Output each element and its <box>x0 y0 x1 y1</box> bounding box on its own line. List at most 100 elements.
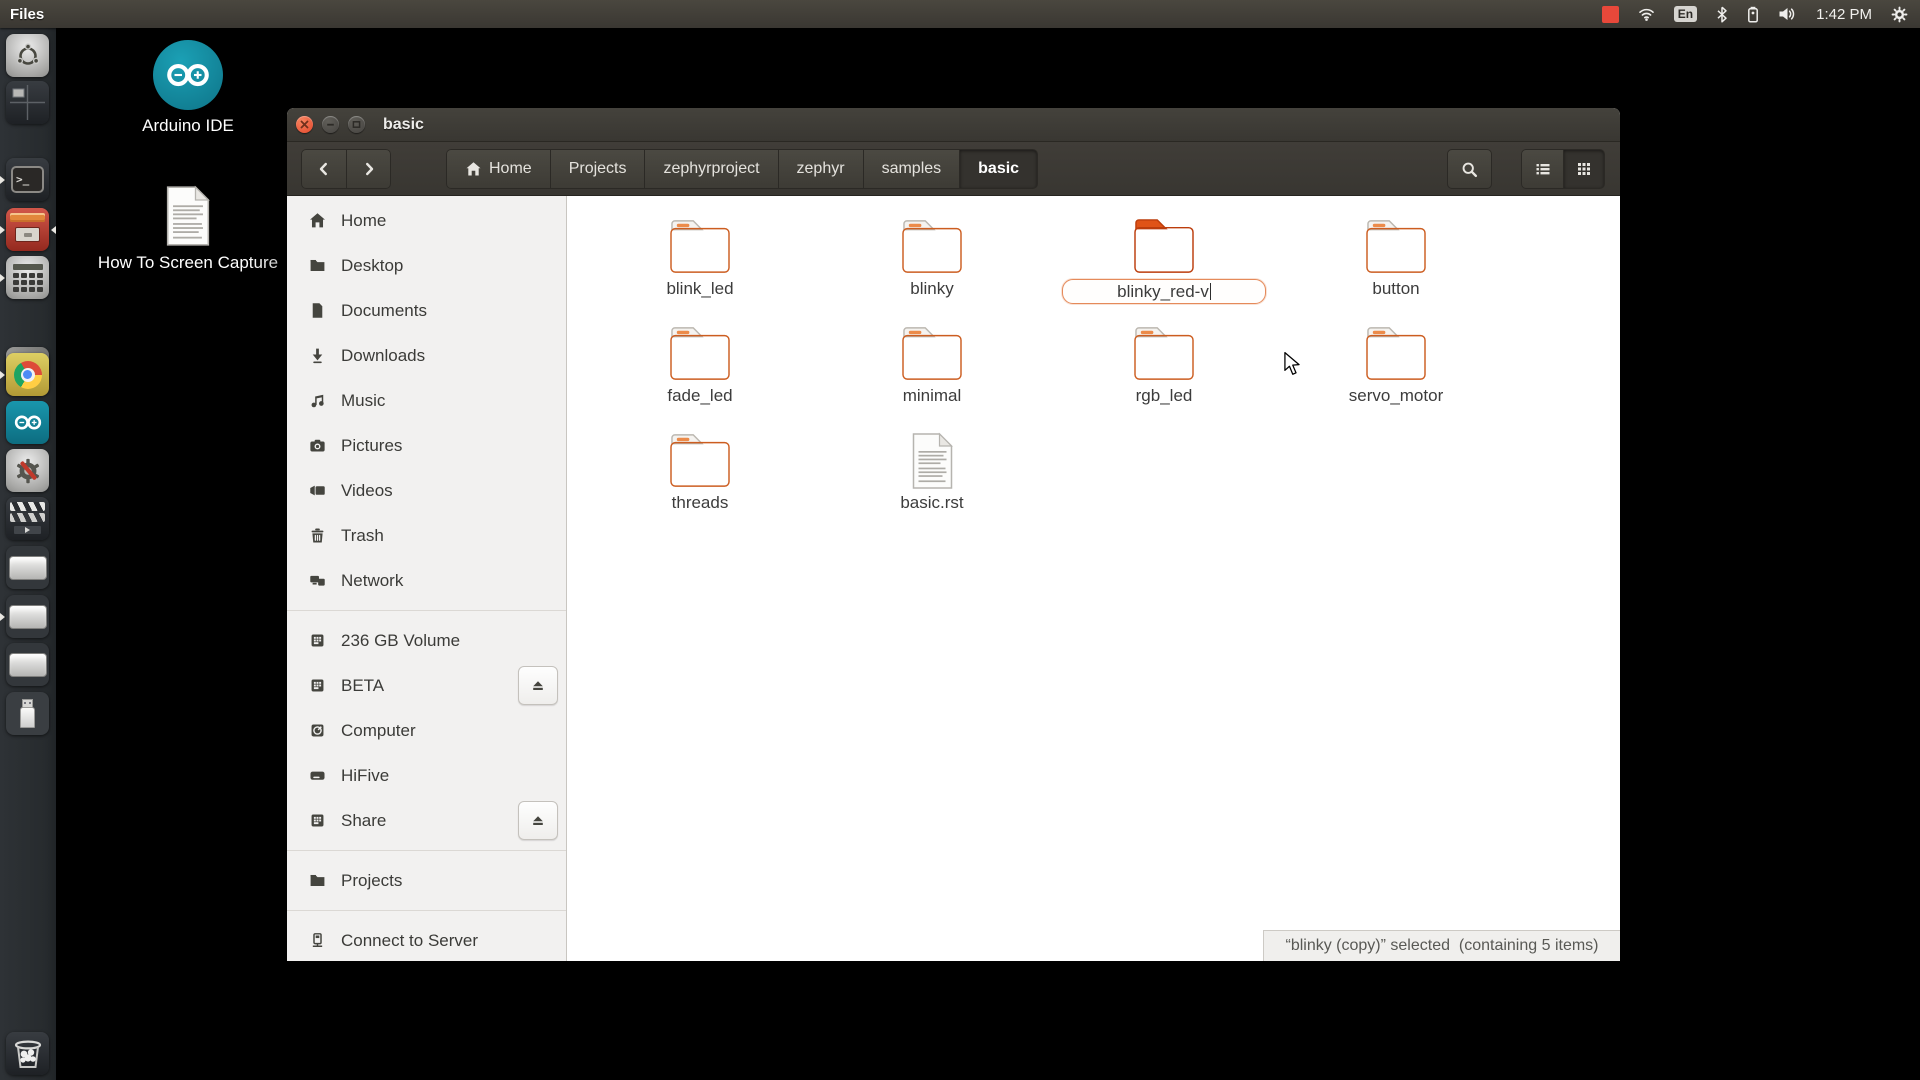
harddrive-icon <box>9 653 47 677</box>
chevron-left-icon <box>316 161 332 177</box>
file-item[interactable]: basic.rst <box>816 432 1048 539</box>
file-item[interactable]: blinky <box>816 218 1048 325</box>
eject-icon <box>530 813 546 829</box>
wifi-icon[interactable] <box>1638 6 1655 22</box>
keyboard-layout-indicator[interactable]: En <box>1674 6 1697 22</box>
window-maximize-button[interactable] <box>348 116 365 133</box>
folder-icon <box>897 325 967 383</box>
files-launcher[interactable] <box>6 208 49 251</box>
server-icon <box>309 932 326 949</box>
file-item-renaming[interactable]: blinky_red-v <box>1048 218 1280 325</box>
sidebar-item-share[interactable]: Share <box>287 798 566 843</box>
sidebar-item-volume-236gb[interactable]: 236 GB Volume <box>287 618 566 663</box>
harddrive-launcher-2[interactable] <box>6 595 49 638</box>
trash-launcher[interactable] <box>6 1032 49 1075</box>
sidebar-item-documents[interactable]: Documents <box>287 288 566 333</box>
harddrive-launcher-3[interactable] <box>6 643 49 686</box>
session-gear-icon[interactable] <box>1891 6 1908 23</box>
window-titlebar[interactable]: basic <box>287 108 1620 142</box>
sidebar-item-home[interactable]: Home <box>287 198 566 243</box>
forward-button[interactable] <box>346 149 391 189</box>
folder-icon <box>1361 218 1431 276</box>
window-minimize-button[interactable] <box>322 116 339 133</box>
clock[interactable]: 1:42 PM <box>1816 6 1872 23</box>
sidebar-item-hifive[interactable]: HiFive <box>287 753 566 798</box>
eject-button[interactable] <box>518 666 558 705</box>
rename-input[interactable]: blinky_red-v <box>1062 279 1266 304</box>
file-item[interactable]: button <box>1280 218 1512 325</box>
sidebar-separator <box>287 610 566 611</box>
breadcrumb: Home Projects zephyrproject zephyr sampl… <box>446 149 1038 189</box>
usb-stick-icon <box>6 692 49 735</box>
volume-icon[interactable] <box>1778 6 1797 22</box>
arduino-launcher[interactable] <box>6 401 49 444</box>
recording-indicator-icon[interactable] <box>1602 6 1619 23</box>
chrome-launcher[interactable] <box>6 353 49 396</box>
sidebar-item-music[interactable]: Music <box>287 378 566 423</box>
sidebar-item-computer[interactable]: Computer <box>287 708 566 753</box>
eject-button[interactable] <box>518 801 558 840</box>
music-notes-icon <box>309 392 326 409</box>
files-window: basic Home Projects zephyrproject zephyr <box>287 108 1620 961</box>
app-menu-title[interactable]: Files <box>0 6 44 23</box>
clapperboard-icon <box>6 502 49 540</box>
file-item[interactable]: blink_led <box>584 218 816 325</box>
terminal-launcher[interactable]: >_ <box>6 158 49 201</box>
battery-icon[interactable] <box>1747 6 1759 23</box>
file-item[interactable]: rgb_led <box>1048 325 1280 432</box>
sidebar-item-videos[interactable]: Videos <box>287 468 566 513</box>
sidebar-item-pictures[interactable]: Pictures <box>287 423 566 468</box>
file-item[interactable]: minimal <box>816 325 1048 432</box>
chrome-icon <box>14 361 42 389</box>
file-item[interactable]: fade_led <box>584 325 816 432</box>
workspace-switcher-button[interactable] <box>6 81 49 124</box>
back-button[interactable] <box>301 149 346 189</box>
window-close-button[interactable] <box>296 116 313 133</box>
arduino-ide-icon <box>153 40 223 110</box>
bluetooth-icon[interactable] <box>1716 6 1728 23</box>
places-sidebar: Home Desktop Documents Downloads Music <box>287 196 567 961</box>
file-view[interactable]: blink_led blinky blinky_red-v b <box>567 196 1620 961</box>
sidebar-item-connect-to-server[interactable]: Connect to Server <box>287 918 566 961</box>
sidebar-item-trash[interactable]: Trash <box>287 513 566 558</box>
sidebar-item-downloads[interactable]: Downloads <box>287 333 566 378</box>
file-item[interactable]: threads <box>584 432 816 539</box>
document-icon <box>309 302 326 319</box>
system-tools-launcher[interactable] <box>6 449 49 492</box>
breadcrumb-zephyr[interactable]: zephyr <box>778 149 863 189</box>
list-view-button[interactable] <box>1521 149 1563 189</box>
desktop-icon-arduino[interactable]: Arduino IDE <box>103 40 273 136</box>
folder-icon <box>665 325 735 383</box>
breadcrumb-samples[interactable]: samples <box>863 149 960 189</box>
grid-view-button[interactable] <box>1563 149 1605 189</box>
gear-wrench-icon <box>6 449 49 492</box>
sidebar-item-desktop[interactable]: Desktop <box>287 243 566 288</box>
calculator-icon <box>6 256 49 299</box>
breadcrumb-zephyrproject[interactable]: zephyrproject <box>644 149 777 189</box>
breadcrumb-home[interactable]: Home <box>446 149 550 189</box>
trash-full-icon <box>6 1032 49 1075</box>
sidebar-item-beta[interactable]: BETA <box>287 663 566 708</box>
video-editor-launcher[interactable] <box>6 497 49 540</box>
folder-icon <box>665 432 735 490</box>
harddrive-launcher-1[interactable] <box>6 546 49 589</box>
sidebar-item-projects[interactable]: Projects <box>287 858 566 903</box>
window-title: basic <box>383 116 424 134</box>
text-document-icon <box>163 185 213 247</box>
breadcrumb-basic[interactable]: basic <box>959 149 1038 189</box>
search-button[interactable] <box>1447 149 1492 189</box>
file-item[interactable]: servo_motor <box>1280 325 1512 432</box>
file-grid: blink_led blinky blinky_red-v b <box>584 218 1512 539</box>
window-toolbar: Home Projects zephyrproject zephyr sampl… <box>287 142 1620 196</box>
home-icon <box>309 212 326 229</box>
storage-chip-icon <box>309 632 326 649</box>
text-caret <box>1210 283 1211 300</box>
usb-drive-launcher[interactable] <box>6 692 49 735</box>
network-icon <box>309 572 326 589</box>
desktop-icon-howto[interactable]: How To Screen Capture <box>103 185 273 273</box>
sidebar-item-network[interactable]: Network <box>287 558 566 603</box>
calculator-launcher[interactable] <box>6 256 49 299</box>
breadcrumb-projects[interactable]: Projects <box>550 149 645 189</box>
sidebar-separator <box>287 910 566 911</box>
dash-home-button[interactable] <box>6 34 49 77</box>
